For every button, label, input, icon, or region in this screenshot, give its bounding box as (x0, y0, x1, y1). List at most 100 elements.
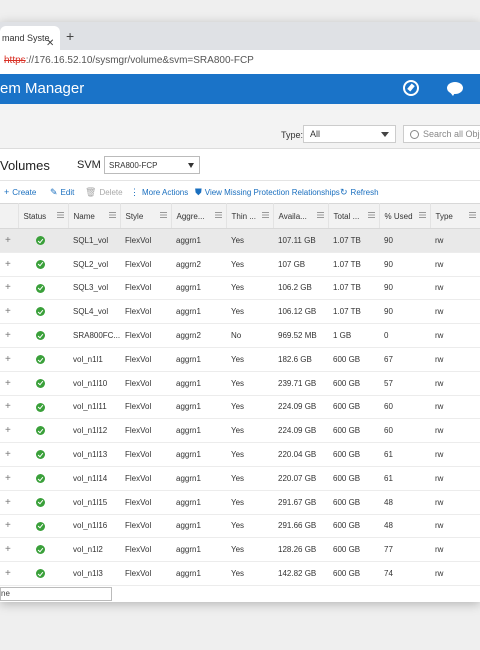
filter-icon[interactable] (159, 212, 167, 219)
column-header[interactable]: Style (120, 203, 172, 229)
volume-name-link[interactable]: vol_n1l3 (68, 561, 120, 586)
chat-icon[interactable] (447, 82, 463, 96)
expand-icon[interactable]: + (5, 425, 11, 436)
table-row[interactable]: + vol_n1l13 FlexVol aggrn1 Yes 220.04 GB 600 G… (0, 442, 480, 467)
new-tab-button[interactable]: + (66, 28, 74, 44)
view-missing-button[interactable]: ⛊ View Missing Protection Relationships (195, 187, 340, 198)
table-cell: 0 (379, 323, 430, 348)
table-row[interactable]: + vol_n1l12 FlexVol aggrn1 Yes 224.09 GB 600 G… (0, 418, 480, 444)
table-cell: FlexVol (120, 561, 171, 586)
table-row[interactable]: + SQL3_vol FlexVol aggrn1 Yes 106.2 GB 1.07 TB… (0, 276, 480, 301)
refresh-button[interactable]: ↻ Refresh (340, 187, 379, 198)
table-cell: 60 (379, 395, 430, 420)
expand-icon[interactable]: + (5, 544, 11, 555)
table-cell: FlexVol (120, 514, 171, 539)
volume-name-link[interactable]: SQL4_vol (68, 299, 120, 325)
delete-button[interactable]: 🗑 Delete (85, 187, 123, 198)
volume-name-link[interactable]: vol_n1l15 (68, 490, 120, 515)
expand-icon[interactable]: + (5, 473, 11, 484)
expand-icon[interactable]: + (5, 235, 11, 246)
table-row[interactable]: + SQL2_vol FlexVol aggrn2 Yes 107 GB 1.07 TB 90… (0, 252, 480, 277)
table-cell: aggrn2 (171, 252, 226, 277)
compass-icon[interactable] (403, 80, 419, 96)
edit-button[interactable]: ✎ Edit (50, 187, 74, 198)
column-header[interactable]: % Used (379, 203, 431, 229)
table-row[interactable]: + vol_n1l15 FlexVol aggrn1 Yes 291.67 GB 600 G… (0, 490, 480, 515)
volume-toolbar: + Create ✎ Edit 🗑 Delete ⋮ More Actions ⛊ Vie… (0, 180, 480, 203)
expand-icon[interactable]: + (5, 401, 11, 412)
volume-name-link[interactable]: vol_n1l13 (68, 442, 120, 467)
column-header[interactable]: Name (68, 203, 121, 229)
table-row[interactable]: + vol_n1l14 FlexVol aggrn1 Yes 220.07 GB 600 G… (0, 466, 480, 491)
svm-select[interactable]: SRA800-FCP (104, 156, 200, 174)
table-row[interactable]: + SRA800FC... FlexVol aggrn2 No 969.52 MB 1 GB… (0, 323, 480, 348)
expand-icon[interactable]: + (5, 449, 11, 460)
more-actions-button[interactable]: ⋮ More Actions (130, 187, 188, 198)
url-text[interactable]: https://176.16.52.10/sysmgr/volume&svm=S… (4, 55, 254, 66)
column-header[interactable]: Status (18, 203, 69, 229)
table-row[interactable]: + vol_n1l3 FlexVol aggrn1 Yes 142.82 GB 600 GB… (0, 561, 480, 586)
filter-icon[interactable] (418, 212, 426, 219)
table-row[interactable]: + SQL1_vol FlexVol aggrn1 Yes 107.11 GB 1.07 T… (0, 228, 480, 253)
column-header[interactable]: Total ... (328, 203, 380, 229)
table-row[interactable]: + vol_n1l10 FlexVol aggrn1 Yes 239.71 GB 600 G… (0, 371, 480, 396)
table-cell: 600 GB (328, 466, 379, 491)
expand-icon[interactable]: + (5, 282, 11, 293)
table-cell: 969.52 MB (273, 323, 328, 348)
table-cell: rw (430, 514, 480, 539)
filter-icon[interactable] (214, 212, 222, 219)
status-ok-icon (36, 307, 45, 317)
volume-name-link[interactable]: vol_n1l16 (68, 514, 120, 539)
svm-select-value: SRA800-FCP (109, 161, 158, 170)
column-header[interactable]: Aggre... (171, 203, 227, 229)
expand-cell: + (0, 537, 18, 563)
table-cell: aggrn1 (171, 347, 226, 372)
filter-icon[interactable] (316, 212, 324, 219)
expand-icon[interactable]: + (5, 378, 11, 389)
volume-name-link[interactable]: SQL3_vol (68, 276, 120, 301)
table-row[interactable]: + SQL4_vol FlexVol aggrn1 Yes 106.12 GB 1.07 T… (0, 299, 480, 325)
pencil-icon: ✎ (50, 187, 58, 197)
table-row[interactable]: + vol_n1l2 FlexVol aggrn1 Yes 128.26 GB 600 GB… (0, 537, 480, 563)
address-bar[interactable]: https://176.16.52.10/sysmgr/volume&svm=S… (0, 50, 480, 75)
volume-name-link[interactable]: vol_n1l12 (68, 418, 120, 444)
table-row[interactable]: + vol_n1l16 FlexVol aggrn1 Yes 291.66 GB 600 G… (0, 514, 480, 539)
volume-name-link[interactable]: vol_n1l2 (68, 537, 120, 563)
expand-icon[interactable]: + (5, 330, 11, 341)
close-icon[interactable]: ✕ (46, 32, 54, 50)
volume-name-link[interactable]: SRA800FC... (68, 323, 120, 348)
column-header[interactable]: Availa... (273, 203, 329, 229)
table-cell: aggrn1 (171, 537, 226, 563)
expand-icon[interactable]: + (5, 520, 11, 531)
column-header[interactable]: Thin ... (226, 203, 274, 229)
create-button[interactable]: + Create (4, 187, 36, 197)
filter-icon[interactable] (108, 212, 116, 219)
volume-name-link[interactable]: SQL1_vol (68, 228, 120, 253)
column-header[interactable]: Type (430, 203, 480, 229)
expand-icon[interactable]: + (5, 497, 11, 508)
volume-name-link[interactable]: vol_n1l10 (68, 371, 120, 396)
status-cell (18, 299, 68, 325)
volume-name-link[interactable]: vol_n1l11 (68, 395, 120, 420)
search-input[interactable]: Search all Objects (403, 125, 480, 143)
table-row[interactable]: + vol_n1l1 FlexVol aggrn1 Yes 182.6 GB 600 GB 6… (0, 347, 480, 372)
type-select[interactable]: All (303, 125, 396, 143)
expand-icon[interactable]: + (5, 568, 11, 579)
chevron-down-icon (381, 132, 389, 137)
filter-icon[interactable] (261, 212, 269, 219)
filter-icon[interactable] (56, 212, 64, 219)
volume-name-link[interactable]: SQL2_vol (68, 252, 120, 277)
table-row[interactable]: + vol_n1l11 FlexVol aggrn1 Yes 224.09 GB 600 G… (0, 395, 480, 420)
filter-icon[interactable] (468, 212, 476, 219)
expand-icon[interactable]: + (5, 306, 11, 317)
expand-icon[interactable]: + (5, 354, 11, 365)
status-ok-icon (36, 474, 45, 484)
expand-icon[interactable]: + (5, 259, 11, 270)
status-cell (18, 561, 68, 586)
type-select-value: All (310, 129, 321, 139)
volume-name-link[interactable]: vol_n1l1 (68, 347, 120, 372)
filter-icon[interactable] (367, 212, 375, 219)
bottom-input[interactable]: ne (0, 587, 112, 601)
volume-name-link[interactable]: vol_n1l14 (68, 466, 120, 491)
browser-tab[interactable]: mand Syste ✕ (0, 26, 60, 50)
